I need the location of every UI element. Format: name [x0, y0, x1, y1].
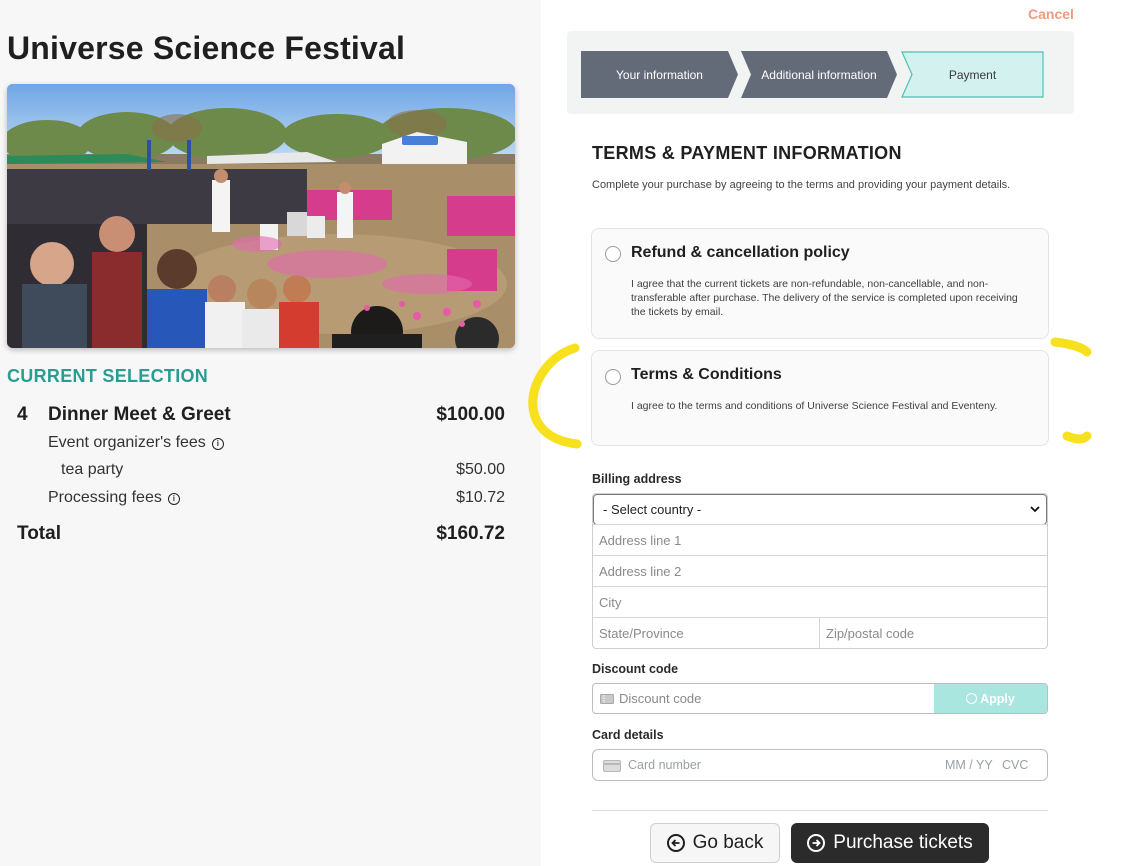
state-cell	[593, 618, 820, 649]
state-zip-row	[593, 617, 1047, 649]
arrow-right-circle-icon	[807, 834, 826, 852]
terms-conditions-title: Terms & Conditions	[631, 366, 782, 383]
processing-fees-price: $10.72	[456, 489, 505, 506]
item-quantity: 4	[17, 404, 28, 425]
terms-heading: TERMS & PAYMENT INFORMATION	[592, 143, 902, 163]
address-line1-input[interactable]	[593, 525, 1047, 555]
item-price: $100.00	[436, 404, 505, 425]
order-summary-panel: Universe Science Festival CURRENT SELECT…	[0, 0, 541, 866]
apply-button[interactable]: Apply	[934, 684, 1047, 713]
organizer-fees-label: Event organizer's fees	[48, 434, 206, 451]
terms-conditions-card[interactable]: Terms & Conditions I agree to the terms …	[591, 350, 1049, 446]
card-cvc-placeholder[interactable]: CVC	[1002, 758, 1028, 772]
purchase-tickets-button[interactable]: Purchase tickets	[791, 823, 989, 863]
info-icon[interactable]: i	[211, 438, 224, 450]
total-label: Total	[17, 523, 61, 544]
organizer-fees-row: Event organizer's fees i	[48, 434, 224, 452]
card-number-placeholder[interactable]: Card number	[628, 758, 701, 772]
tea-party-label: tea party	[61, 461, 124, 478]
refund-policy-text: I agree that the current tickets are non…	[631, 278, 1018, 318]
address-line1-row	[593, 524, 1047, 555]
discount-code-label: Discount code	[592, 662, 679, 676]
card-details-label: Card details	[592, 728, 664, 742]
billing-address-label: Billing address	[592, 472, 682, 486]
chevron-down-icon	[1030, 506, 1040, 513]
step-your-information[interactable]: Your information	[581, 51, 738, 98]
country-selected-value: - Select country -	[603, 502, 702, 517]
terms-subtitle: Complete your purchase by agreeing to th…	[592, 179, 1011, 191]
city-row	[593, 586, 1047, 617]
country-select[interactable]: - Select country -	[593, 494, 1047, 525]
terms-conditions-text: I agree to the terms and conditions of U…	[631, 400, 998, 412]
state-input[interactable]	[593, 618, 819, 649]
go-back-label: Go back	[692, 832, 764, 853]
tea-party-price: $50.00	[456, 461, 505, 478]
step-additional-information[interactable]: Additional information	[741, 51, 897, 98]
refund-policy-radio[interactable]	[605, 246, 621, 262]
zip-cell	[820, 618, 1047, 649]
cancel-link[interactable]: Cancel	[1028, 6, 1074, 22]
arrow-left-circle-icon	[666, 834, 685, 852]
discount-code-group: Apply	[592, 683, 1048, 714]
step-label: Payment	[948, 67, 997, 82]
item-name: Dinner Meet & Greet	[48, 404, 231, 425]
address-line2-row	[593, 555, 1047, 586]
event-photo	[7, 84, 515, 348]
refund-policy-title: Refund & cancellation policy	[631, 244, 850, 261]
checkout-steps: Your information Additional information …	[567, 31, 1074, 114]
check-circle-icon	[966, 693, 978, 704]
step-label: Additional information	[761, 67, 877, 82]
address-line2-input[interactable]	[593, 556, 1047, 586]
card-details-field[interactable]: Card number MM / YY CVC	[592, 749, 1048, 781]
step-payment: Payment	[901, 51, 1044, 98]
credit-card-icon	[603, 760, 621, 772]
apply-label: Apply	[980, 691, 1015, 706]
zip-input[interactable]	[820, 618, 1047, 649]
purchase-tickets-label: Purchase tickets	[833, 832, 973, 853]
card-expiry-placeholder[interactable]: MM / YY	[945, 758, 993, 772]
info-icon[interactable]: i	[167, 493, 180, 505]
discount-code-input[interactable]	[619, 684, 933, 713]
billing-address-group: - Select country -	[592, 493, 1048, 649]
refund-policy-card[interactable]: Refund & cancellation policy I agree tha…	[591, 228, 1049, 339]
divider	[592, 810, 1048, 811]
processing-fees-row: Processing fees i	[48, 489, 180, 507]
total-price: $160.72	[436, 523, 505, 544]
terms-conditions-radio[interactable]	[605, 369, 621, 385]
processing-fees-label: Processing fees	[48, 489, 162, 506]
ticket-icon	[600, 694, 614, 704]
event-title: Universe Science Festival	[7, 30, 406, 66]
city-input[interactable]	[593, 587, 1047, 617]
current-selection-heading: CURRENT SELECTION	[7, 366, 209, 386]
step-label: Your information	[616, 67, 703, 82]
go-back-button[interactable]: Go back	[650, 823, 780, 863]
